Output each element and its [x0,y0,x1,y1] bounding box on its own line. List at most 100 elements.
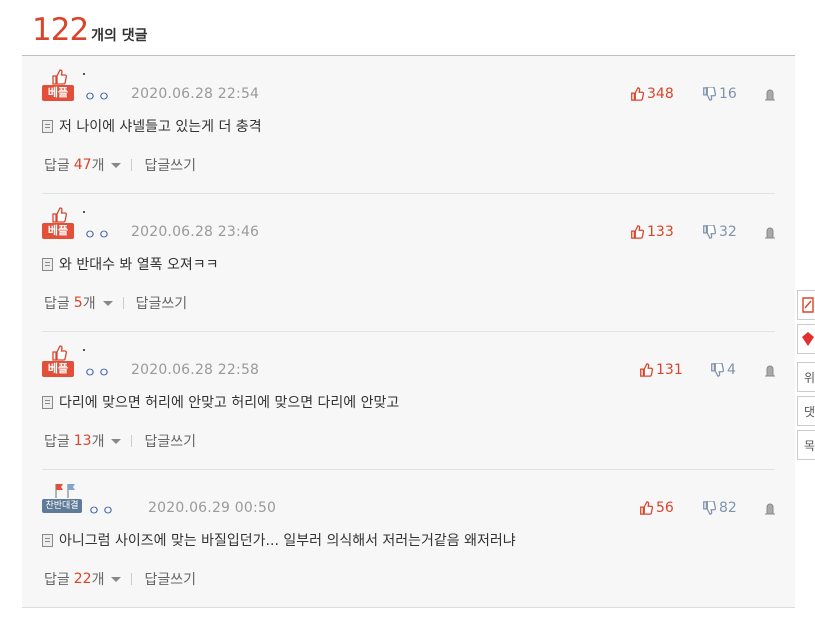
comment-text: 아니그럼 사이즈에 맞는 바질입던가... 일부러 의식해서 저러는거같음 왜저… [59,533,516,549]
comment-divider [42,193,775,194]
gem-icon [802,332,814,346]
comment-body: 다리에 맞으면 허리에 안맞고 허리에 맞으면 다리에 안맞고 [42,392,399,412]
write-reply-link[interactable]: 답글쓰기 [144,569,196,589]
chevron-down-icon [111,438,122,444]
reply-toggle[interactable]: 답글 22 개 [44,569,122,589]
separator [131,435,133,447]
nickname[interactable]: ㅇㅇ [88,500,116,519]
reply-label: 답글 [44,572,70,588]
downvote-count: 4 [727,362,736,378]
document-icon [42,533,53,547]
best-badge: 베플 [42,207,74,239]
side-comment-button[interactable]: 댓 [797,396,815,426]
reply-bar: 답글 13 개 답글쓰기 [44,431,196,451]
reply-unit: 개 [91,434,105,450]
comment-text: 와 반대수 봐 열폭 오져ㅋㅋ [59,257,219,273]
comment-body: 아니그럼 사이즈에 맞는 바질입던가... 일부러 의식해서 저러는거같음 왜저… [42,530,516,550]
comment-count: 122 [32,12,89,48]
comment-count-label: 개의 댓글 [91,28,148,44]
upvote-button[interactable]: 56 [639,500,674,516]
report-icon[interactable] [764,365,776,377]
best-badge-label: 베플 [42,361,74,377]
report-icon[interactable] [764,503,776,515]
nickname[interactable]: ㅇㅇ [84,86,112,105]
comment-divider [42,469,775,470]
reply-unit: 개 [82,296,96,312]
comment-item: 찬반대결 ㅇㅇ 2020.06.29 00:50 56 82 아니그럼 사이즈에… [42,483,775,593]
reply-count: 47 [73,157,92,173]
best-badge: 베플 [42,69,74,101]
versus-badge-label: 찬반대결 [42,499,82,513]
side-top-label: 위 [803,370,815,385]
downvote-count: 32 [719,224,737,240]
nickname[interactable]: ㅇㅇ [84,362,112,381]
comment-date: 2020.06.29 00:50 [148,500,277,516]
side-list-label: 목 [803,438,815,453]
best-badge-label: 베플 [42,223,74,239]
document-icon [42,257,53,271]
comment-text: 저 나이에 샤넬들고 있는게 더 충격 [59,119,262,135]
downvote-button[interactable]: 82 [702,500,737,516]
document-icon [42,119,53,133]
comment-header: 122 개의 댓글 [32,12,148,52]
nickname[interactable]: ㅇㅇ [84,224,112,243]
thumbs-up-icon [640,501,653,515]
upvote-button[interactable]: 131 [639,362,683,378]
thumbs-up-icon [631,225,644,239]
thumbs-down-icon [703,501,716,515]
upvote-count: 131 [656,362,683,378]
reply-label: 답글 [44,296,70,312]
upvote-count: 56 [656,500,674,516]
downvote-count: 16 [719,86,737,102]
comment-body: 저 나이에 샤넬들고 있는게 더 충격 [42,116,262,136]
comment-item: 베플 ㅇㅇ 2020.06.28 23:46 133 32 와 반대수 봐 열폭… [42,207,775,317]
versus-badge: 찬반대결 [42,483,84,515]
side-comment-label: 댓 [803,404,815,419]
document-icon [42,395,53,409]
best-badge: 베플 [42,345,74,377]
side-top-button[interactable]: 위 [797,362,815,392]
reply-bar: 답글 22 개 답글쓰기 [44,569,196,589]
downvote-button[interactable]: 32 [702,224,737,240]
side-ruby-button[interactable] [797,324,815,354]
thumbs-up-icon [52,207,67,223]
upvote-count: 133 [647,224,674,240]
comment-divider [42,331,775,332]
thumbs-down-icon [711,363,724,377]
nick-dot [83,349,85,351]
write-reply-link[interactable]: 답글쓰기 [144,155,196,175]
best-badge-label: 베플 [42,85,74,101]
thumbs-up-icon [631,87,644,101]
reply-unit: 개 [91,572,105,588]
thumbs-up-icon [52,345,67,361]
thumbs-up-icon [640,363,653,377]
reply-label: 답글 [44,434,70,450]
upvote-button[interactable]: 348 [630,86,674,102]
write-reply-link[interactable]: 답글쓰기 [144,431,196,451]
reply-toggle[interactable]: 답글 13 개 [44,431,122,451]
downvote-button[interactable]: 4 [710,362,736,378]
upvote-button[interactable]: 133 [630,224,674,240]
downvote-count: 82 [719,500,737,516]
report-icon[interactable] [764,227,776,239]
report-icon[interactable] [764,89,776,101]
separator [131,573,133,585]
side-share-button[interactable] [797,290,815,320]
comment-text: 다리에 맞으면 허리에 안맞고 허리에 맞으면 다리에 안맞고 [59,395,400,411]
reply-label: 답글 [44,158,70,174]
chevron-down-icon [111,576,122,582]
reply-toggle[interactable]: 답글 47 개 [44,155,122,175]
comment-item: 베플 ㅇㅇ 2020.06.28 22:58 131 4 다리에 맞으면 허리에… [42,345,775,455]
nick-dot [83,211,85,213]
chevron-down-icon [102,300,113,306]
downvote-button[interactable]: 16 [702,86,737,102]
nick-dot [83,73,85,75]
reply-count: 22 [73,571,92,587]
comment-date: 2020.06.28 23:46 [131,224,260,240]
side-list-button[interactable]: 목 [797,430,815,460]
reply-toggle[interactable]: 답글 5개 [44,293,113,313]
reply-unit: 개 [91,158,105,174]
reply-bar: 답글 47 개 답글쓰기 [44,155,196,175]
comment-date: 2020.06.28 22:54 [131,86,260,102]
write-reply-link[interactable]: 답글쓰기 [136,293,188,313]
